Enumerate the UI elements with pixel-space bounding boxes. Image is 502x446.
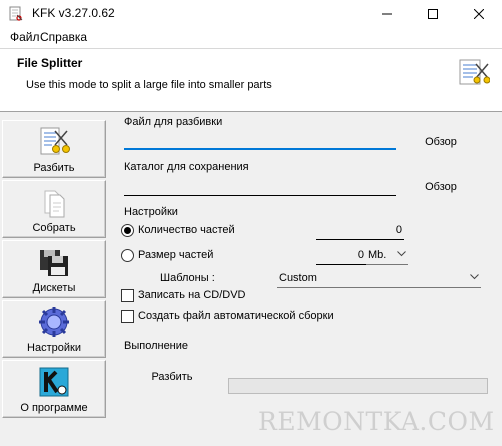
scissors-file-icon <box>459 59 490 85</box>
settings-section-label: Настройки <box>124 206 178 218</box>
templates-value: Custom <box>279 272 317 284</box>
auto-assembly-label: Создать файл автоматической сборки <box>138 310 334 322</box>
sidebar-item-about[interactable]: О программе <box>2 360 106 418</box>
burn-cd-label: Записать на CD/DVD <box>138 289 246 301</box>
settings-gear-icon <box>39 307 69 337</box>
size-unit-select[interactable]: Mb. <box>366 245 408 265</box>
browse-folder-button[interactable]: Обзор <box>406 175 476 199</box>
size-unit-value: Mb. <box>368 249 387 261</box>
menu-help[interactable]: Справка <box>38 30 89 44</box>
file-input[interactable] <box>124 128 396 150</box>
close-button[interactable] <box>456 0 502 28</box>
execution-label: Выполнение <box>124 340 189 352</box>
burn-cd-checkbox[interactable] <box>121 289 134 302</box>
chevron-down-icon <box>470 274 479 280</box>
file-label: Файл для разбивки <box>124 116 223 128</box>
split-progress-bar <box>228 378 488 394</box>
sidebar-item-floppies[interactable]: Дискеты <box>2 240 106 298</box>
part-size-radio[interactable] <box>121 249 134 262</box>
browse-file-button[interactable]: Обзор <box>406 130 476 154</box>
sidebar-item-label: Настройки <box>27 342 81 354</box>
floppy-disk-icon <box>40 250 68 276</box>
watermark-text: REMONTKA.COM <box>258 407 495 436</box>
mode-header: File Splitter Use this mode to split a l… <box>0 48 502 112</box>
close-icon <box>474 9 484 19</box>
about-logo-icon <box>39 367 69 397</box>
mode-description: Use this mode to split a large file into… <box>26 79 272 91</box>
menu-bar: Файл Справка <box>0 28 502 48</box>
folder-label: Каталог для сохранения <box>124 161 249 173</box>
window-title: KFK v3.27.0.62 <box>32 6 115 20</box>
templates-select[interactable]: Custom <box>277 268 481 288</box>
sidebar-item-label: О программе <box>20 402 88 414</box>
title-bar: KFK v3.27.0.62 <box>0 0 502 28</box>
folder-input[interactable] <box>124 174 396 196</box>
parts-count-field[interactable]: 0 <box>316 220 404 240</box>
sidebar-item-split[interactable]: Разбить <box>2 120 106 178</box>
maximize-button[interactable] <box>410 0 456 28</box>
maximize-icon <box>428 9 438 19</box>
sidebar-item-assemble[interactable]: Собрать <box>2 180 106 238</box>
part-size-field[interactable]: 0 <box>316 245 366 265</box>
sidebar-item-label: Дискеты <box>32 282 76 294</box>
app-icon <box>9 6 23 21</box>
sidebar-item-settings[interactable]: Настройки <box>2 300 106 358</box>
chevron-down-icon <box>397 251 406 257</box>
minimize-button[interactable] <box>364 0 410 28</box>
minimize-icon <box>382 13 392 15</box>
templates-label: Шаблоны : <box>160 272 215 284</box>
split-scissors-icon <box>40 127 70 155</box>
parts-count-radio[interactable] <box>121 224 134 237</box>
sidebar-item-label: Собрать <box>32 222 76 234</box>
auto-assembly-checkbox[interactable] <box>121 310 134 323</box>
sidebar-item-label: Разбить <box>33 162 75 174</box>
mode-title: File Splitter <box>17 56 83 70</box>
assemble-pages-icon <box>44 190 65 218</box>
parts-count-label: Количество частей <box>138 224 235 236</box>
menu-file[interactable]: Файл <box>8 30 42 44</box>
part-size-label: Размер частей <box>138 249 214 261</box>
split-button[interactable]: Разбить <box>128 364 216 390</box>
